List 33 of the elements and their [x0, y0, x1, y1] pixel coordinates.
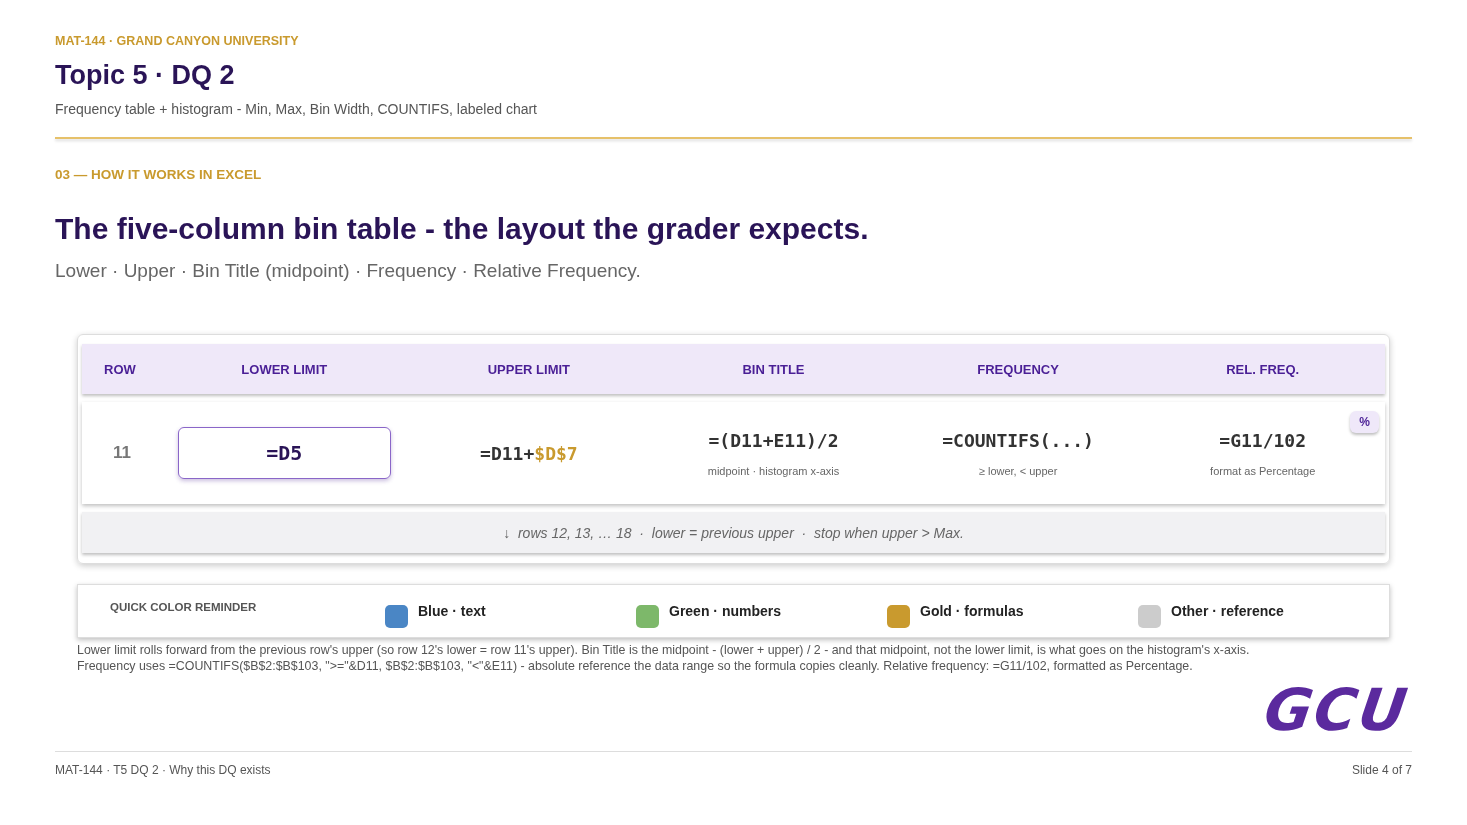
slide-title: Topic 5 · DQ 2 — [55, 60, 236, 91]
legend-label: Other · reference — [1171, 603, 1284, 619]
formula-cell[interactable]: =D11+$D$7 — [480, 442, 578, 464]
column-header: LOWER LIMIT — [240, 361, 329, 377]
continuation-row: ↓ rows 12, 13, … 18 · lower = previous upper · stop when upper > Max. — [82, 512, 1385, 553]
cell-note: ≥ lower, < upper — [978, 464, 1058, 477]
legend-label: Green · numbers — [669, 603, 782, 619]
percent-badge: % — [1350, 411, 1379, 433]
slide-subtitle: Frequency table + histogram - Min, Max, Bin Width, COUNTIFS, labeled chart — [55, 101, 538, 117]
cell-note: format as Percentage — [1210, 464, 1316, 477]
slide-number: Slide 4 of 7 — [1351, 763, 1412, 777]
section-label: 03 — HOW IT WORKS IN EXCEL — [55, 167, 263, 182]
column-header: ROW — [103, 361, 137, 377]
university-logo: GCU — [1260, 677, 1413, 743]
column-header: UPPER LIMIT — [486, 361, 572, 377]
formula-cell[interactable]: =(D11+E11)/2 — [708, 429, 839, 451]
formula-cell[interactable]: =G11/102 — [1219, 429, 1307, 451]
formula-cell[interactable]: =COUNTIFS(...) — [942, 429, 1094, 451]
legend-title: QUICK COLOR REMINDER — [110, 600, 258, 613]
formula-cell[interactable]: =D5 — [178, 427, 391, 479]
column-header: BIN TITLE — [741, 361, 806, 377]
section-lead: Lower · Upper · Bin Title (midpoint) · Frequency · Relative Frequency. — [55, 260, 642, 282]
explanation-text: Lower limit rolls forward from the previous row's upper (so row 12's lower = row 11's upper). Bin Title is the midpoint - (lower + upper) / 2 - and that midpoint, not the lower limit, is what goes on the histogram's x-axis. — [77, 643, 1251, 657]
column-header: FREQUENCY — [976, 361, 1060, 377]
legend-label: Blue · text — [418, 603, 486, 619]
legend-label: Gold · formulas — [920, 603, 1024, 619]
course-label: MAT-144 · GRAND CANYON UNIVERSITY — [55, 34, 300, 48]
section-heading: The five-column bin table - the layout the grader expects. — [55, 212, 870, 246]
footer-label: MAT-144 · T5 DQ 2 · Why this DQ exists — [55, 763, 271, 777]
column-header: REL. FREQ. — [1225, 361, 1301, 377]
row-number: 11 — [112, 443, 132, 463]
explanation-text: Frequency uses =COUNTIFS($B$2:$B$103, ">="&D11, $B$2:$B$103, "<"&E11) - absolute reference the data range so the formula copies cleanly. Relative frequency: =G11/102, formatted as Percentage. — [77, 659, 1194, 673]
cell-note: midpoint · histogram x-axis — [707, 464, 840, 477]
